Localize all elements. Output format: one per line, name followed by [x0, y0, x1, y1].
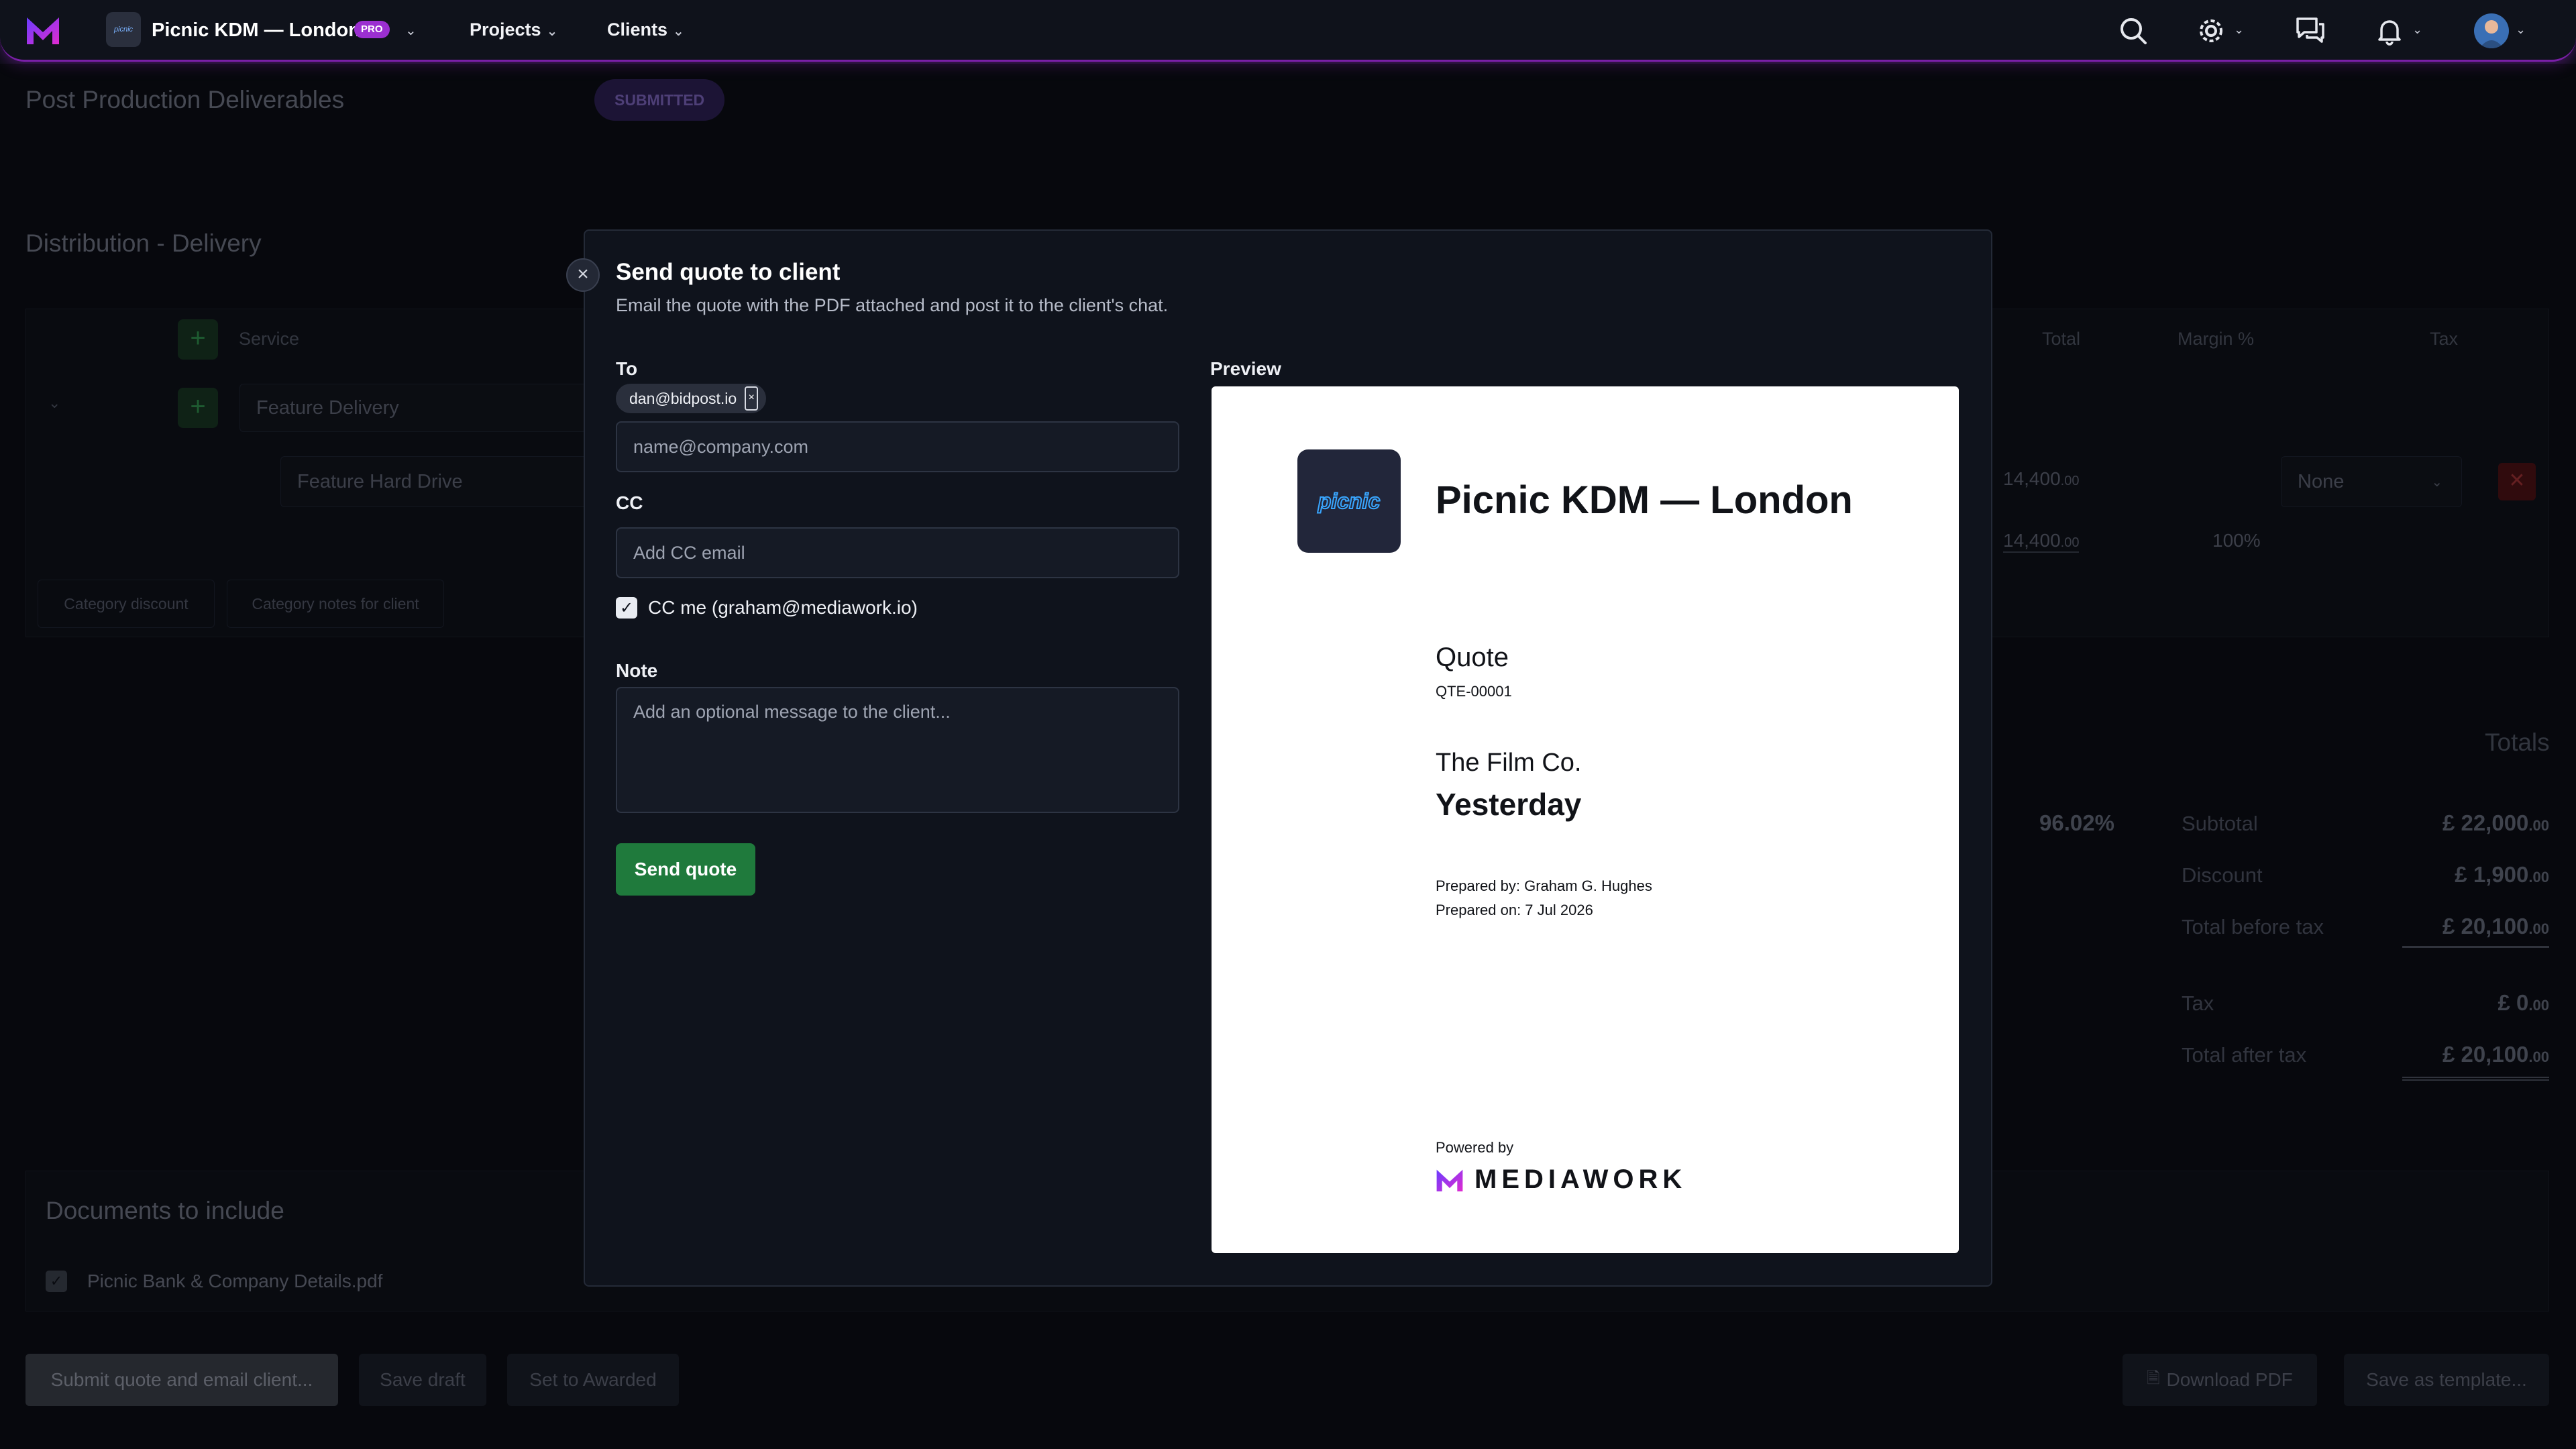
note-label: Note	[616, 660, 658, 681]
preview-prepared-on: Prepared on: 7 Jul 2026	[1436, 902, 1593, 918]
profile-chevron-down-icon[interactable]: ⌄	[2516, 23, 2526, 37]
nav-clients[interactable]: Clients ⌄	[607, 19, 684, 40]
preview-powered-by: Powered by	[1436, 1139, 1514, 1156]
to-email-input[interactable]: name@company.com	[616, 421, 1179, 472]
chat-icon[interactable]	[2294, 15, 2326, 47]
chevron-down-icon: ⌄	[546, 24, 558, 39]
workspace-chevron-down-icon[interactable]: ⌄	[405, 22, 417, 39]
plan-badge: PRO	[354, 21, 390, 38]
preview-company: Picnic KDM — London	[1436, 478, 1853, 522]
bell-icon[interactable]	[2373, 15, 2406, 47]
preview-prepared-by: Prepared by: Graham G. Hughes	[1436, 877, 1652, 894]
cc-email-input[interactable]: Add CC email	[616, 527, 1179, 578]
client-logo: picnic	[1297, 449, 1401, 553]
gear-icon[interactable]	[2195, 15, 2227, 47]
workspace-thumbnail[interactable]: picnic	[106, 12, 141, 47]
recipient-email: dan@bidpost.io	[629, 389, 737, 407]
top-bar: picnic Picnic KDM — London PRO ⌄ Project…	[0, 0, 2576, 62]
preview-when: Yesterday	[1436, 787, 1582, 822]
cc-label: CC	[616, 492, 643, 513]
chevron-down-icon: ⌄	[673, 24, 684, 39]
preview-client: The Film Co.	[1436, 749, 1582, 777]
cc-me-checkbox[interactable]: ✓	[616, 597, 637, 619]
nav-projects[interactable]: Projects ⌄	[470, 19, 557, 40]
to-label: To	[616, 358, 638, 379]
workspace-name[interactable]: Picnic KDM — London	[152, 19, 360, 42]
mediawork-logo-icon[interactable]	[25, 15, 60, 46]
cc-me-row[interactable]: ✓ CC me (graham@mediawork.io)	[616, 597, 918, 619]
preview-doc-number: QTE-00001	[1436, 683, 1512, 700]
recipient-chip: dan@bidpost.io ×	[616, 384, 767, 413]
remove-recipient-icon[interactable]: ×	[745, 386, 759, 411]
mediawork-brand: MEDIAWORK	[1436, 1165, 1686, 1195]
send-quote-button[interactable]: Send quote	[616, 843, 755, 896]
preview-label: Preview	[1210, 358, 1281, 379]
note-textarea[interactable]: Add an optional message to the client...	[616, 687, 1179, 813]
avatar[interactable]	[2474, 13, 2509, 48]
mediawork-logo-icon	[1436, 1169, 1463, 1191]
mediawork-wordmark: MEDIAWORK	[1474, 1165, 1687, 1194]
cc-me-label: CC me (graham@mediawork.io)	[648, 597, 918, 618]
notifications-chevron-down-icon[interactable]: ⌄	[2412, 23, 2422, 37]
search-icon[interactable]	[2117, 15, 2149, 47]
modal-title: Send quote to client	[616, 259, 841, 285]
settings-chevron-down-icon[interactable]: ⌄	[2234, 23, 2244, 37]
modal-subtitle: Email the quote with the PDF attached an…	[616, 295, 1169, 315]
close-icon[interactable]: ×	[566, 258, 600, 292]
preview-doc-type: Quote	[1436, 643, 1509, 672]
quote-preview: picnic Picnic KDM — London Quote QTE-000…	[1212, 386, 1959, 1253]
